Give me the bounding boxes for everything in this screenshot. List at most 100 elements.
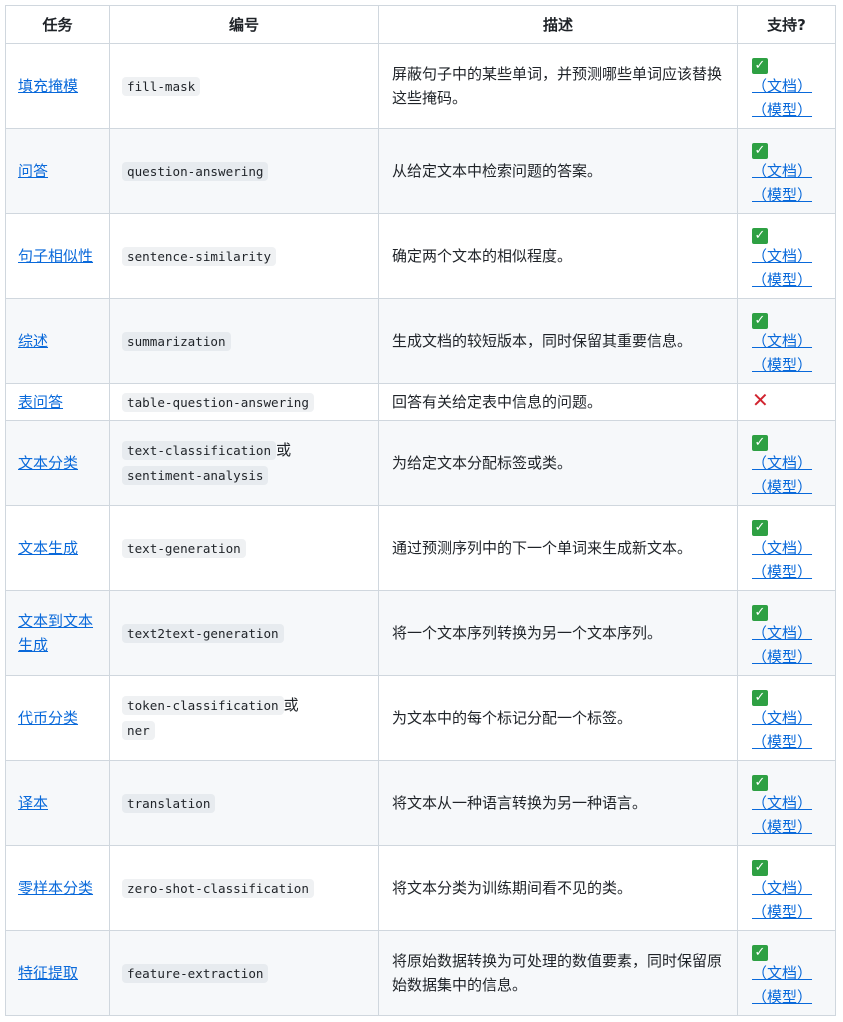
task-link[interactable]: 句子相似性 — [18, 247, 93, 265]
task-cell: 句子相似性 — [5, 213, 110, 299]
table-row: 综述 summarization 生成文档的较短版本，同时保留其重要信息。 ✓ （文档）… — [5, 298, 836, 384]
task-cell: 问答 — [5, 128, 110, 214]
task-link[interactable]: 文本分类 — [18, 454, 78, 472]
table-row: 句子相似性 sentence-similarity 确定两个文本的相似程度。 ✓ （文档… — [5, 213, 836, 299]
task-link[interactable]: 文本生成 — [18, 539, 78, 557]
supported-cell: ✓ （文档） （模型） — [737, 298, 836, 384]
model-link[interactable]: （模型） — [752, 186, 812, 204]
id-joiner: 或 — [276, 441, 292, 459]
model-link[interactable]: （模型） — [752, 903, 812, 921]
task-id-code: text2text-generation — [122, 623, 284, 643]
task-id-code: ner — [122, 721, 155, 740]
description-cell: 将原始数据转换为可处理的数值要素，同时保留原始数据集中的信息。 — [378, 930, 738, 1016]
task-id-code: table-question-answering — [122, 392, 314, 412]
header-supported: 支持? — [737, 5, 836, 44]
description-cell: 屏蔽句子中的某些单词，并预测哪些单词应该替换这些掩码。 — [378, 43, 738, 129]
header-id: 编号 — [109, 5, 379, 44]
task-link[interactable]: 文本到文本生成 — [18, 612, 93, 654]
id-cell: sentence-similarity — [109, 213, 379, 299]
table-row: 表问答 table-question-answering 回答有关给定表中信息的问题… — [5, 383, 836, 421]
task-id-code: summarization — [122, 331, 231, 351]
model-link[interactable]: （模型） — [752, 101, 812, 119]
doc-link[interactable]: （文档） — [752, 624, 812, 642]
check-mark-icon: ✓ — [752, 860, 768, 876]
model-link[interactable]: （模型） — [752, 648, 812, 666]
description-cell: 生成文档的较短版本，同时保留其重要信息。 — [378, 298, 738, 384]
task-link[interactable]: 填充掩模 — [18, 77, 78, 95]
doc-link[interactable]: （文档） — [752, 454, 812, 472]
doc-link[interactable]: （文档） — [752, 539, 812, 557]
table-row: 填充掩模 fill-mask 屏蔽句子中的某些单词，并预测哪些单词应该替换这些掩码。… — [5, 43, 836, 129]
description-cell: 确定两个文本的相似程度。 — [378, 213, 738, 299]
description-cell: 从给定文本中检索问题的答案。 — [378, 128, 738, 214]
model-link[interactable]: （模型） — [752, 563, 812, 581]
doc-link[interactable]: （文档） — [752, 332, 812, 350]
table-row: 文本分类 text-classification 或 sentiment-analys… — [5, 420, 836, 506]
id-cell: fill-mask — [109, 43, 379, 129]
description-cell: 将一个文本序列转换为另一个文本序列。 — [378, 590, 738, 676]
id-cell: zero-shot-classification — [109, 845, 379, 931]
description-cell: 将文本分类为训练期间看不见的类。 — [378, 845, 738, 931]
task-link[interactable]: 表问答 — [18, 393, 63, 411]
check-mark-icon: ✓ — [752, 775, 768, 791]
task-id-code: sentence-similarity — [122, 246, 277, 266]
task-link[interactable]: 零样本分类 — [18, 879, 93, 897]
id-cell: translation — [109, 760, 379, 846]
task-id-code: feature-extraction — [122, 963, 269, 983]
task-id-code: sentiment-analysis — [122, 466, 269, 485]
check-mark-icon: ✓ — [752, 58, 768, 74]
task-cell: 综述 — [5, 298, 110, 384]
task-cell: 表问答 — [5, 383, 110, 421]
task-id-code: question-answering — [122, 161, 269, 181]
table-row: 零样本分类 zero-shot-classification 将文本分类为训练期间看… — [5, 845, 836, 931]
task-cell: 特征提取 — [5, 930, 110, 1016]
task-id-code: zero-shot-classification — [122, 878, 314, 898]
doc-link[interactable]: （文档） — [752, 794, 812, 812]
id-cell: token-classification 或 ner — [109, 675, 379, 761]
check-mark-icon: ✓ — [752, 605, 768, 621]
task-id-code: translation — [122, 793, 216, 813]
model-link[interactable]: （模型） — [752, 818, 812, 836]
table-row: 问答 question-answering 从给定文本中检索问题的答案。 ✓ （文档） （… — [5, 128, 836, 214]
supported-cell: ✓ （文档） （模型） — [737, 845, 836, 931]
check-mark-icon: ✓ — [752, 520, 768, 536]
doc-link[interactable]: （文档） — [752, 162, 812, 180]
supported-cell: ✓ （文档） （模型） — [737, 420, 836, 506]
task-link[interactable]: 问答 — [18, 162, 48, 180]
model-link[interactable]: （模型） — [752, 988, 812, 1006]
id-cell: summarization — [109, 298, 379, 384]
model-link[interactable]: （模型） — [752, 733, 812, 751]
id-joiner: 或 — [283, 696, 299, 714]
header-row: 任务 编号 描述 支持? — [5, 5, 836, 44]
model-link[interactable]: （模型） — [752, 356, 812, 374]
task-link[interactable]: 特征提取 — [18, 964, 78, 982]
task-cell: 代币分类 — [5, 675, 110, 761]
check-mark-icon: ✓ — [752, 690, 768, 706]
id-cell: text-generation — [109, 505, 379, 591]
supported-cell: ✓ （文档） （模型） — [737, 505, 836, 591]
doc-link[interactable]: （文档） — [752, 77, 812, 95]
description-cell: 将文本从一种语言转换为另一种语言。 — [378, 760, 738, 846]
model-link[interactable]: （模型） — [752, 271, 812, 289]
supported-cell: ✕ — [737, 383, 836, 421]
doc-link[interactable]: （文档） — [752, 247, 812, 265]
doc-link[interactable]: （文档） — [752, 879, 812, 897]
cross-mark-icon: ✕ — [752, 388, 769, 412]
model-link[interactable]: （模型） — [752, 478, 812, 496]
tasks-table: 任务 编号 描述 支持? 填充掩模 fill-mask 屏蔽句子中的某些单词，并预测… — [5, 5, 836, 1016]
doc-link[interactable]: （文档） — [752, 964, 812, 982]
supported-cell: ✓ （文档） （模型） — [737, 930, 836, 1016]
task-link[interactable]: 综述 — [18, 332, 48, 350]
description-cell: 为文本中的每个标记分配一个标签。 — [378, 675, 738, 761]
description-cell: 为给定文本分配标签或类。 — [378, 420, 738, 506]
task-link[interactable]: 代币分类 — [18, 709, 78, 727]
task-id-code: token-classification — [122, 696, 284, 715]
supported-cell: ✓ （文档） （模型） — [737, 675, 836, 761]
check-mark-icon: ✓ — [752, 228, 768, 244]
table-row: 特征提取 feature-extraction 将原始数据转换为可处理的数值要素，同… — [5, 930, 836, 1016]
table-body: 填充掩模 fill-mask 屏蔽句子中的某些单词，并预测哪些单词应该替换这些掩码。… — [5, 43, 836, 1016]
task-id-code: fill-mask — [122, 76, 201, 96]
id-cell: text-classification 或 sentiment-analysis — [109, 420, 379, 506]
task-link[interactable]: 译本 — [18, 794, 48, 812]
doc-link[interactable]: （文档） — [752, 709, 812, 727]
